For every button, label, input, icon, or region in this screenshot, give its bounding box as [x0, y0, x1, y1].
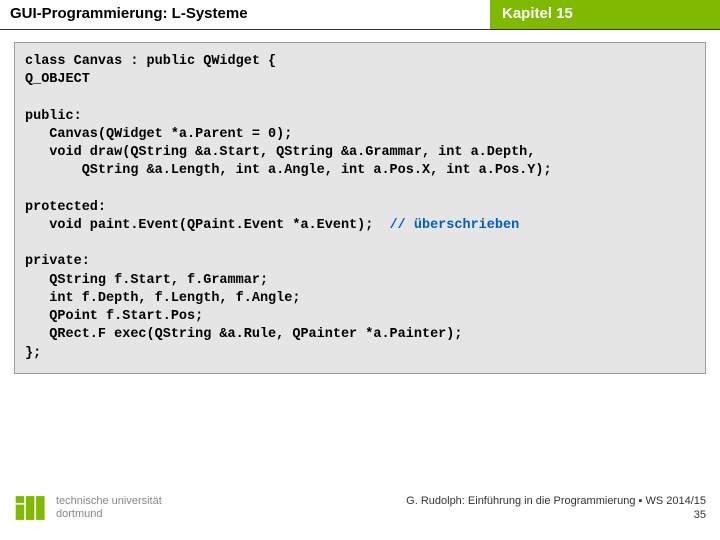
code-line: class Canvas : public QWidget { [25, 54, 276, 69]
logo-line2: dortmund [56, 508, 162, 521]
code-line: void draw(QString &a.Start, QString &a.G… [25, 145, 535, 160]
slide-header: GUI-Programmierung: L-Systeme Kapitel 15 [0, 0, 720, 30]
tu-logo-icon [14, 491, 48, 525]
code-line: Canvas(QWidget *a.Parent = 0); [25, 127, 292, 142]
logo: technische universität dortmund [14, 491, 162, 525]
code-line: public: [25, 109, 82, 124]
code-comment: // überschrieben [390, 218, 520, 233]
code-line: QPoint f.Start.Pos; [25, 309, 203, 324]
code-line: QString f.Start, f.Grammar; [25, 273, 268, 288]
slide-footer: technische universität dortmund G. Rudol… [0, 482, 720, 540]
header-title-right: Kapitel 15 [490, 0, 720, 29]
code-line: private: [25, 254, 90, 269]
code-line: QRect.F exec(QString &a.Rule, QPainter *… [25, 327, 462, 342]
code-line: int f.Depth, f.Length, f.Angle; [25, 291, 300, 306]
logo-text: technische universität dortmund [56, 495, 162, 520]
code-line: void paint.Event(QPaint.Event *a.Event); [25, 218, 390, 233]
code-line: protected: [25, 200, 106, 215]
code-line: QString &a.Length, int a.Angle, int a.Po… [25, 163, 552, 178]
code-block: class Canvas : public QWidget { Q_OBJECT… [14, 42, 706, 374]
page-number: 35 [406, 508, 706, 522]
code-line: }; [25, 346, 41, 361]
credit-text: G. Rudolph: Einführung in die Programmie… [406, 495, 706, 507]
header-title-left: GUI-Programmierung: L-Systeme [0, 0, 490, 29]
logo-line1: technische universität [56, 495, 162, 508]
footer-credit: G. Rudolph: Einführung in die Programmie… [406, 494, 706, 523]
code-line: Q_OBJECT [25, 72, 90, 87]
